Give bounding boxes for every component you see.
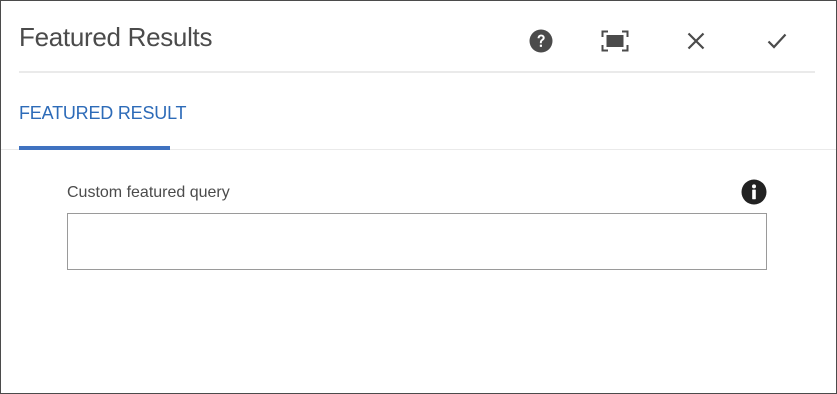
custom-featured-query-label: Custom featured query	[67, 184, 230, 201]
close-button[interactable]	[680, 25, 712, 57]
help-button[interactable]	[525, 25, 557, 57]
active-tab-indicator	[19, 146, 170, 150]
fullscreen-button[interactable]	[599, 25, 631, 57]
checkmark-icon	[767, 33, 787, 49]
dialog-header: Featured Results	[1, 1, 836, 73]
info-circle-icon[interactable]	[741, 179, 767, 205]
help-circle-icon	[529, 29, 553, 53]
dialog-title: Featured Results	[19, 22, 213, 52]
tab-bar: FEATURED RESULT	[1, 73, 836, 150]
tab-featured-result[interactable]: FEATURED RESULT	[19, 73, 187, 150]
done-button[interactable]	[761, 25, 793, 57]
fullscreen-icon	[601, 30, 629, 52]
featured-results-dialog: Featured Results FEATURED RESULT Custom …	[0, 0, 837, 394]
custom-featured-query-input[interactable]	[67, 213, 767, 270]
close-icon	[687, 32, 705, 50]
